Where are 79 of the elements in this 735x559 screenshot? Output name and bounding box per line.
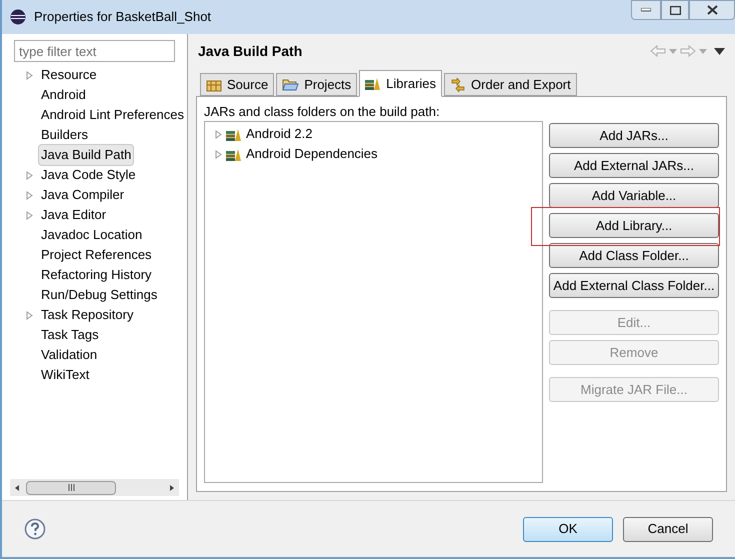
tree-item[interactable]: Project References (38, 244, 155, 266)
action-button[interactable]: Add Class Folder... (549, 243, 719, 268)
back-arrow-icon[interactable] (650, 45, 666, 57)
arrows-icon (450, 78, 466, 92)
tree-item[interactable]: Android Lint Preferences (38, 104, 187, 126)
action-button[interactable]: Add External Class Folder... (549, 273, 719, 298)
tree-item[interactable]: WikiText (38, 364, 92, 386)
tree-row[interactable]: Java Compiler (2, 185, 187, 205)
tree-item[interactable]: Java Code Style (38, 164, 139, 186)
action-button[interactable]: Add Library... (549, 213, 719, 238)
tree-row[interactable]: Javadoc Location (2, 225, 187, 245)
tab[interactable]: Source (200, 73, 274, 96)
tree-item[interactable]: Java Editor (38, 204, 110, 226)
tree-item[interactable]: Resource (38, 64, 100, 86)
expand-icon[interactable] (215, 150, 222, 158)
tree-row[interactable]: Task Tags (2, 325, 187, 345)
expand-icon[interactable] (26, 310, 33, 320)
expand-icon[interactable] (26, 210, 33, 220)
tree-item[interactable]: Javadoc Location (38, 224, 146, 246)
package-icon (206, 78, 222, 92)
tree-row[interactable]: Android (2, 85, 187, 105)
books-icon (226, 128, 242, 140)
page-title: Java Build Path (197, 42, 302, 60)
tree-row[interactable]: WikiText (2, 365, 187, 385)
folder-icon (282, 78, 300, 92)
close-button[interactable] (689, 0, 735, 20)
dropdown-icon[interactable] (669, 48, 677, 54)
tree-row[interactable]: Builders (2, 125, 187, 145)
minimize-button[interactable] (631, 0, 661, 20)
scrollbar-thumb[interactable] (26, 480, 116, 494)
tree-item[interactable]: Java Compiler (38, 184, 128, 206)
tab[interactable]: Libraries (359, 70, 442, 97)
tree-row[interactable]: Refactoring History (2, 265, 187, 285)
books-icon (226, 148, 242, 160)
tree-row[interactable]: Run/Debug Settings (2, 285, 187, 305)
help-icon[interactable] (24, 518, 46, 540)
close-icon (706, 5, 718, 15)
tree-row[interactable]: Android Lint Preferences (2, 105, 187, 125)
tree-row[interactable]: Resource (2, 65, 187, 85)
tree-row[interactable]: Java Build Path (2, 145, 187, 165)
horizontal-scrollbar[interactable] (10, 479, 179, 496)
expand-icon[interactable] (26, 170, 33, 180)
tab[interactable]: Order and Export (444, 73, 577, 96)
caption: JARs and class folders on the build path: (204, 103, 441, 121)
action-button[interactable]: Add Variable... (549, 183, 719, 208)
library-item[interactable]: Android Dependencies (246, 144, 378, 164)
tree-item[interactable]: Run/Debug Settings (38, 284, 160, 306)
expand-icon[interactable] (215, 130, 222, 138)
eclipse-icon (10, 9, 26, 25)
view-menu-icon[interactable] (714, 48, 725, 54)
tree-item[interactable]: Validation (38, 344, 100, 366)
filter-field[interactable]: type filter text (14, 40, 175, 62)
tree-item[interactable]: Android (38, 84, 89, 106)
tree-item[interactable]: Builders (38, 124, 91, 146)
tree-row[interactable]: Task Repository (2, 305, 187, 325)
forward-arrow-icon[interactable] (680, 45, 696, 57)
ok-button[interactable]: OK (523, 516, 613, 542)
tree-row[interactable]: Project References (2, 245, 187, 265)
tree-item[interactable]: Task Tags (38, 324, 102, 346)
grip-icon (68, 484, 74, 491)
tree-item[interactable]: Java Build Path (38, 144, 134, 166)
tree-row[interactable]: Java Editor (2, 205, 187, 225)
action-button[interactable]: Add JARs... (549, 123, 719, 148)
expand-icon[interactable] (26, 190, 33, 200)
expand-icon[interactable] (26, 70, 33, 80)
tree-row[interactable]: Validation (2, 345, 187, 365)
tab[interactable]: Projects (276, 73, 358, 96)
maximize-icon (670, 6, 680, 14)
tree-item[interactable]: Refactoring History (38, 264, 155, 286)
tree-item[interactable]: Task Repository (38, 304, 136, 326)
maximize-button[interactable] (661, 0, 689, 20)
window-title: Properties for BasketBall_Shot (34, 8, 212, 26)
cancel-button[interactable]: Cancel (623, 516, 713, 542)
books-icon (365, 77, 382, 90)
minimize-icon (641, 8, 651, 12)
action-button[interactable]: Add External JARs... (549, 153, 719, 178)
tree-row[interactable]: Java Code Style (2, 165, 187, 185)
dropdown-icon[interactable] (699, 48, 707, 54)
library-item[interactable]: Android 2.2 (246, 124, 312, 144)
